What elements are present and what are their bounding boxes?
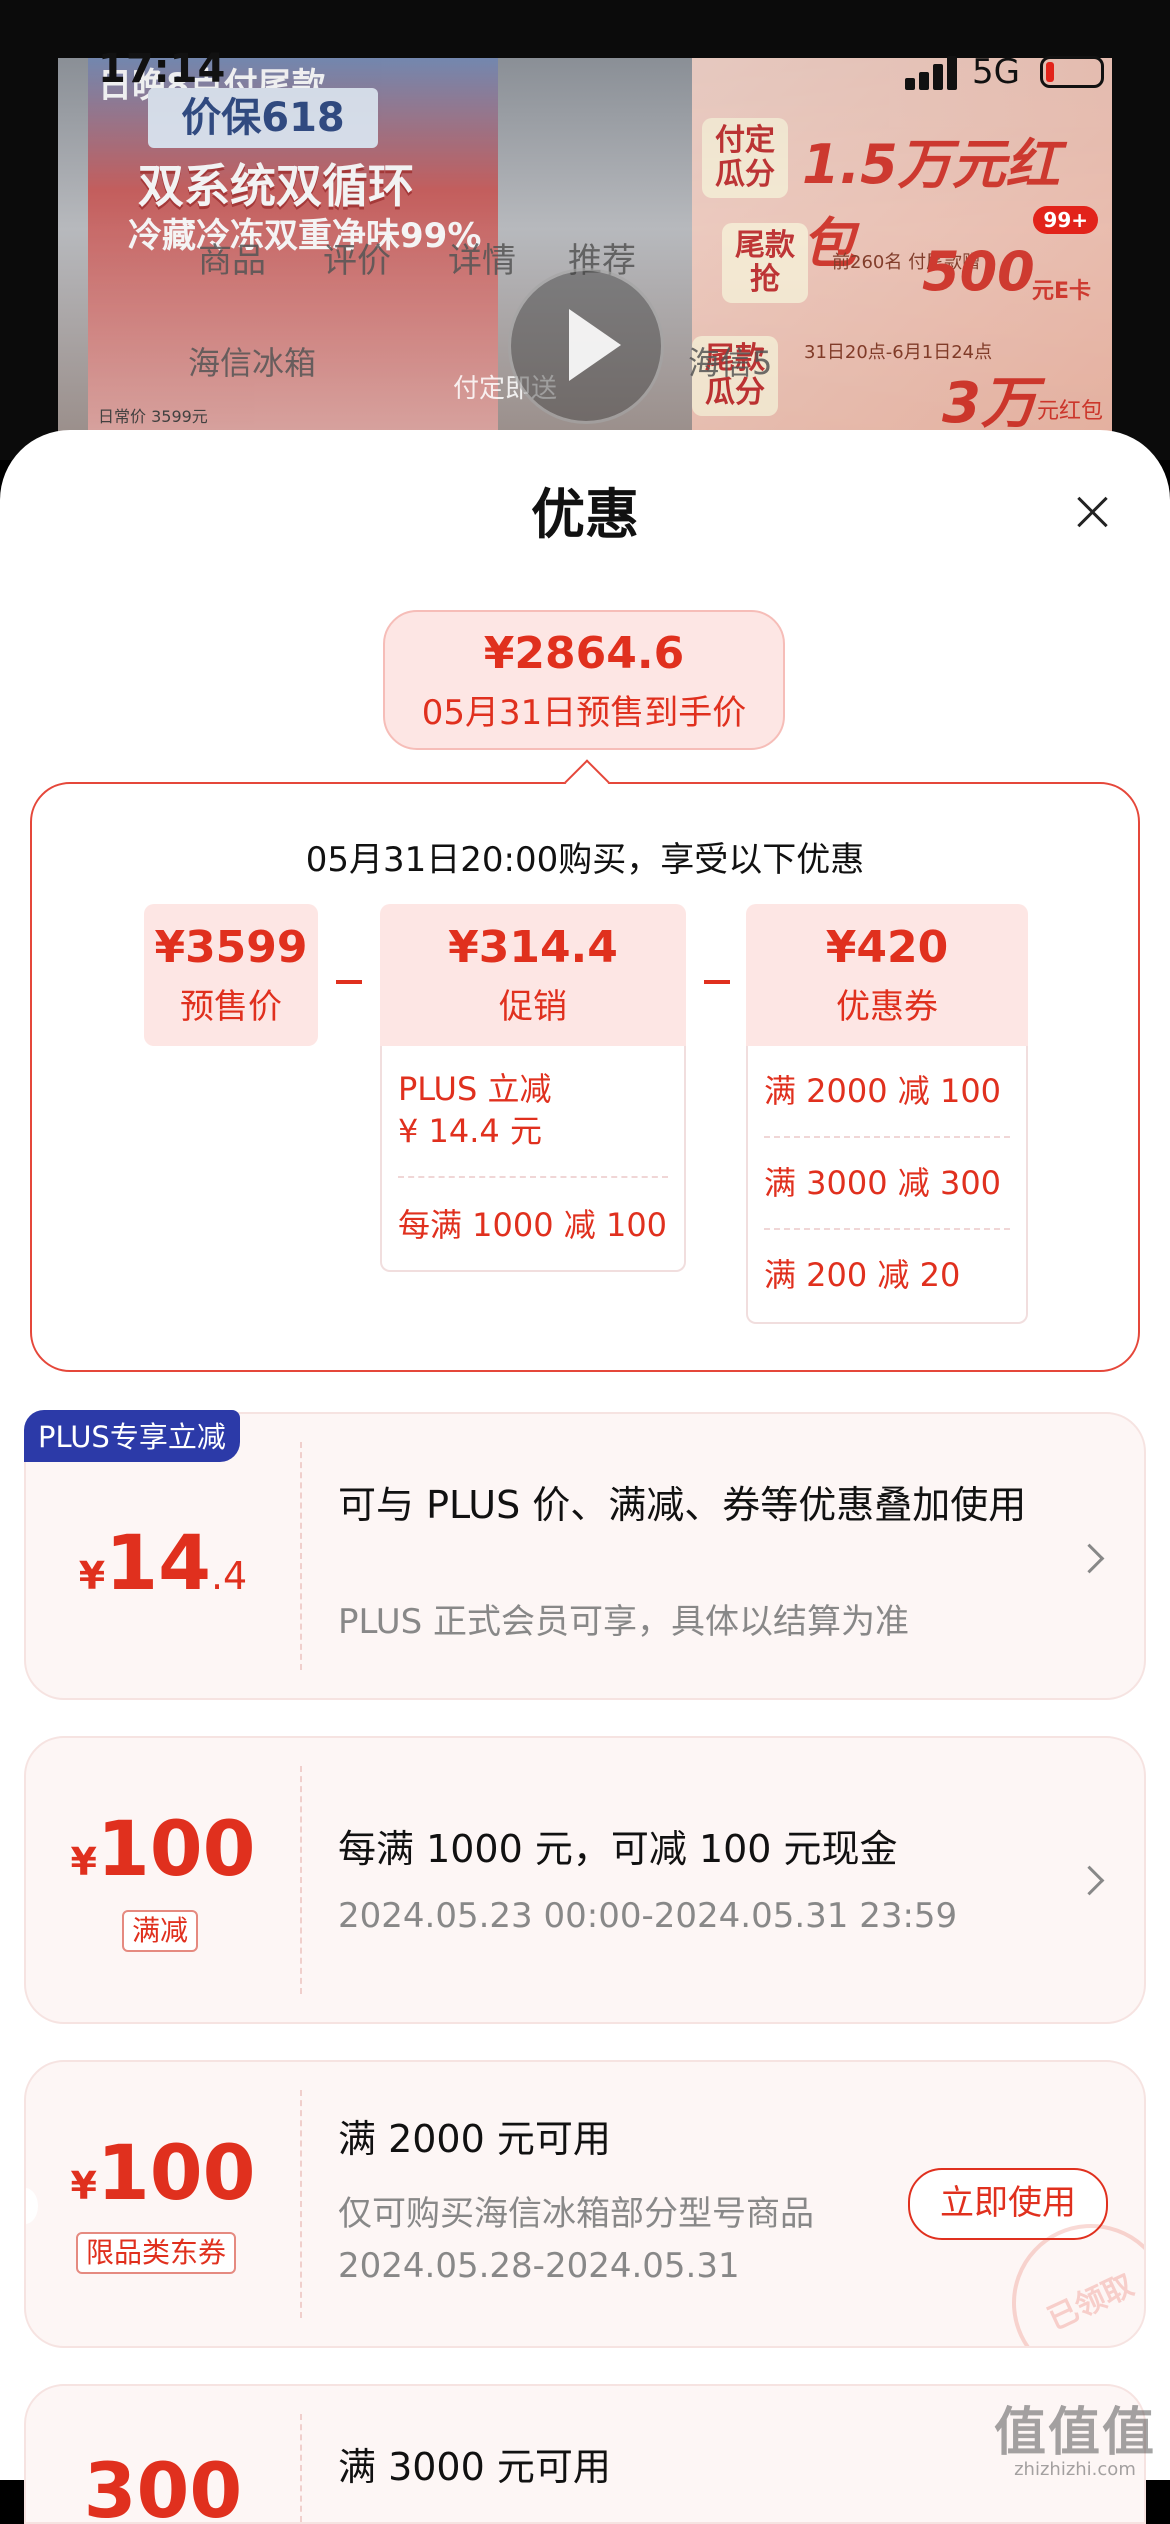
calc-heading: 05月31日20:00购买，享受以下优惠 — [305, 840, 865, 880]
minus-icon — [704, 980, 730, 984]
card-title: 满 2000 元可用 — [338, 2117, 611, 2161]
promotion-details: PLUS 立减 ¥ 14.4 元 每满 1000 减 100 — [380, 1046, 686, 1272]
plus-exclusive-badge: PLUS专享立减 — [24, 1410, 240, 1462]
coupon-details: 满 2000 减 100 满 3000 减 300 满 200 减 20 — [746, 1046, 1028, 1324]
card-subtitle: PLUS 正式会员可享，具体以结算为准 — [338, 1602, 910, 1642]
status-time: 17:14 — [98, 46, 226, 92]
discount-amount: 300 — [26, 2446, 300, 2524]
promotion-card: ¥314.4 促销 — [380, 904, 686, 1046]
promo-tag: 付定瓜分 — [702, 118, 788, 198]
tab-goods[interactable]: 商品 — [198, 233, 266, 282]
amount-integer: 100 — [96, 1804, 256, 1893]
card-validity: 2024.05.28-2024.05.31 — [338, 2246, 740, 2286]
discount-amount: ¥100 — [26, 1804, 300, 1893]
overlay-text: 海信冰箱 — [188, 344, 317, 382]
coupon-type-tag: 限品类东券 — [76, 2232, 237, 2274]
full-reduction-card[interactable]: ¥100 满减 每满 1000 元，可减 100 元现金 2024.05.23 … — [24, 1736, 1146, 2024]
tab-reviews[interactable]: 评价 — [323, 233, 391, 282]
final-price-pill: ¥2864.6 05月31日预售到手价 — [383, 610, 785, 750]
video-area: 日晚8点付尾款 价保618 双系统双循环 冷藏冷冻双重净味99% 日常价 359… — [0, 0, 1170, 460]
amount-decimal: .4 — [210, 1554, 248, 1598]
sheet-title: 优惠 — [531, 483, 639, 546]
promo-text: 价保618 — [148, 88, 378, 148]
promo-text: 元红包 — [1037, 399, 1104, 424]
cart-count-badge: 99+ — [1033, 206, 1098, 234]
final-price: ¥2864.6 — [483, 628, 685, 679]
final-price-label: 05月31日预售到手价 — [421, 693, 747, 733]
site-watermark: 值值值 zhizhizhi.com — [994, 2390, 1156, 2480]
coupon-label: 优惠券 — [836, 987, 938, 1027]
presale-label: 预售价 — [180, 987, 282, 1027]
card-divider — [300, 1766, 302, 1994]
currency-symbol: ¥ — [70, 2164, 97, 2208]
card-title: 每满 1000 元，可减 100 元现金 — [338, 1827, 898, 1871]
discount-amount: ¥14.4 — [26, 1518, 300, 1607]
card-divider — [300, 2414, 302, 2522]
promo-text: 双系统双循环 — [138, 159, 414, 213]
tab-details[interactable]: 详情 — [448, 233, 516, 282]
promo-text: 日常价 3599元 — [98, 407, 208, 426]
play-icon[interactable] — [508, 268, 664, 424]
promo-text: 冷藏冷冻双重净味99% — [128, 216, 482, 256]
coupon-card-partial[interactable]: 300 满 3000 元可用 — [24, 2384, 1146, 2524]
currency-symbol: ¥ — [70, 1840, 97, 1884]
promotion-detail-line: 每满 1000 减 100 — [398, 1206, 668, 1244]
coupon-value: ¥420 — [825, 922, 949, 973]
coupon-card: ¥420 优惠券 — [746, 904, 1028, 1046]
overlay-text: 海信5 — [688, 344, 773, 382]
battery-icon — [1040, 56, 1104, 88]
currency-symbol: ¥ — [78, 1554, 106, 1598]
card-title: 可与 PLUS 价、满减、券等优惠叠加使用 — [338, 1483, 1027, 1527]
promo-text: 500 — [922, 240, 1035, 303]
promotion-detail-line: ¥ 14.4 元 — [398, 1112, 542, 1150]
promotion-label: 促销 — [499, 987, 567, 1027]
card-subtitle: 2024.05.23 00:00-2024.05.31 23:59 — [338, 1896, 958, 1936]
card-title: 满 3000 元可用 — [338, 2445, 611, 2489]
presale-value: ¥3599 — [154, 922, 308, 973]
amount-integer: 300 — [83, 2446, 243, 2524]
amount-integer: 14 — [105, 1518, 211, 1607]
chevron-right-icon[interactable] — [1074, 1865, 1105, 1896]
promotion-detail-line: PLUS 立减 — [398, 1070, 552, 1108]
card-divider — [300, 1442, 302, 1670]
discount-amount: ¥100 — [26, 2128, 300, 2217]
watermark-url: zhizhizhi.com — [1014, 2459, 1136, 2480]
price-calculation-box: 05月31日20:00购买，享受以下优惠 ¥3599 预售价 ¥314.4 促销… — [30, 782, 1140, 1372]
category-coupon-card[interactable]: ¥100 限品类东券 满 2000 元可用 仅可购买海信冰箱部分型号商品 202… — [24, 2060, 1146, 2348]
promotion-value: ¥314.4 — [448, 922, 618, 973]
network-label: 5G — [972, 52, 1020, 92]
promo-text: 3万 — [942, 371, 1037, 436]
coupon-detail-line: 满 200 减 20 — [764, 1256, 961, 1294]
discount-type-tag: 满减 — [122, 1910, 199, 1952]
signal-icon — [905, 56, 959, 90]
card-subtitle: 仅可购买海信冰箱部分型号商品 — [338, 2194, 814, 2234]
promo-tag: 尾款抢 — [722, 223, 808, 303]
presale-price-card: ¥3599 预售价 — [144, 904, 318, 1046]
coupon-detail-line: 满 2000 减 100 — [764, 1072, 1002, 1110]
coupon-detail-line: 满 3000 减 300 — [764, 1164, 1002, 1202]
promo-text: 元E卡 — [1032, 279, 1092, 304]
video-preview[interactable]: 日晚8点付尾款 价保618 双系统双循环 冷藏冷冻双重净味99% 日常价 359… — [58, 58, 1112, 438]
card-divider — [300, 2090, 302, 2318]
close-icon[interactable] — [1072, 492, 1112, 532]
watermark-logo: 值值值 — [993, 2403, 1156, 2463]
minus-icon — [336, 980, 362, 984]
amount-integer: 100 — [96, 2128, 256, 2217]
chevron-right-icon[interactable] — [1074, 1543, 1105, 1574]
